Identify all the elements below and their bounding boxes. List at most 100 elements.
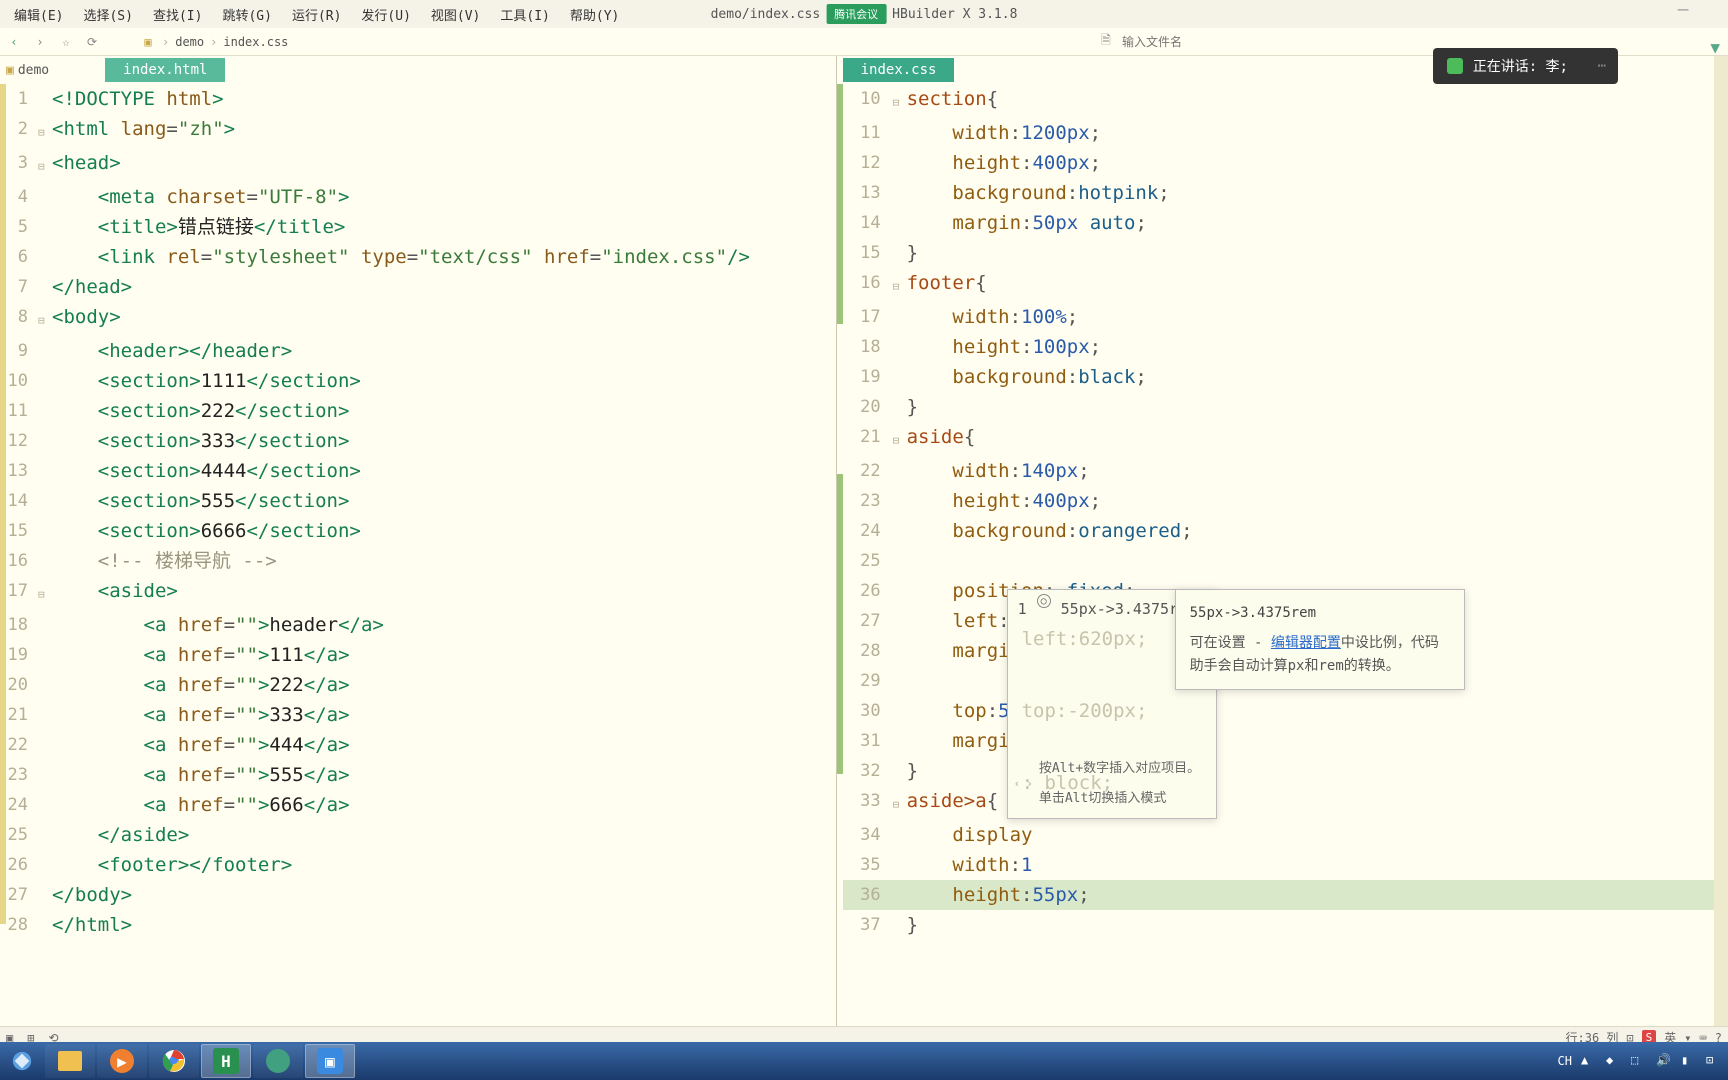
filter-icon[interactable]: ▼	[1710, 38, 1720, 57]
tab-index-css[interactable]: index.css	[843, 58, 955, 82]
code-line[interactable]: 21 <a href="">333</a>	[0, 700, 836, 730]
html-editor[interactable]: 1<!DOCTYPE html>2⊟<html lang="zh">3⊟<hea…	[0, 84, 836, 1052]
taskbar-app-explorer[interactable]	[45, 1044, 95, 1078]
taskbar-app-contact[interactable]	[253, 1044, 303, 1078]
tray-network-icon[interactable]: ⬚	[1631, 1053, 1647, 1069]
code-line[interactable]: 12 height:400px;	[843, 148, 1714, 178]
tray-clock-icon[interactable]: ⊡	[1706, 1053, 1722, 1069]
window-minimize-icon[interactable]: —	[1668, 6, 1698, 22]
code-line[interactable]: 15}	[843, 238, 1714, 268]
code-line[interactable]: 16 <!-- 楼梯导航 -->	[0, 546, 836, 576]
code-line[interactable]: 31 margin-	[843, 726, 1714, 756]
code-line[interactable]: 2⊟<html lang="zh">	[0, 114, 836, 148]
code-line[interactable]: 26 <footer></footer>	[0, 850, 836, 880]
tray-volume-icon[interactable]: 🔊	[1656, 1053, 1672, 1069]
code-line[interactable]: 35 width:1	[843, 850, 1714, 880]
tray-ime[interactable]: CH	[1558, 1054, 1572, 1068]
breadcrumb-folder[interactable]: demo	[175, 35, 204, 49]
ghost-text: left:620px;	[1022, 624, 1148, 654]
menu-edit[interactable]: 编辑(E)	[4, 1, 73, 28]
tab-index-html[interactable]: index.html	[105, 58, 225, 82]
code-line[interactable]: 10⊟section{	[843, 84, 1714, 118]
code-line[interactable]: 16⊟footer{	[843, 268, 1714, 302]
code-line[interactable]: 36 height:55px;	[843, 880, 1714, 910]
project-label[interactable]: ▣demo	[6, 63, 49, 78]
code-line[interactable]: 23 <a href="">555</a>	[0, 760, 836, 790]
tray-shield-icon[interactable]: ◆	[1606, 1053, 1622, 1069]
code-line[interactable]: 5 <title>错点链接</title>	[0, 212, 836, 242]
breadcrumb-file[interactable]: index.css	[223, 35, 288, 49]
code-line[interactable]: 15 <section>6666</section>	[0, 516, 836, 546]
code-line[interactable]: 30 top:50%	[843, 696, 1714, 726]
menu-help[interactable]: 帮助(Y)	[560, 1, 629, 28]
code-line[interactable]: 13 <section>4444</section>	[0, 456, 836, 486]
refresh-icon[interactable]: ⟳	[84, 34, 100, 50]
code-line[interactable]: 10 <section>1111</section>	[0, 366, 836, 396]
code-line[interactable]: 17⊟ <aside>	[0, 576, 836, 610]
nav-back-icon[interactable]: ‹	[6, 34, 22, 50]
menu-goto[interactable]: 跳转(G)	[212, 1, 281, 28]
code-line[interactable]: 3⊟<head>	[0, 148, 836, 182]
code-line[interactable]: 20}	[843, 392, 1714, 422]
code-line[interactable]: 22 <a href="">444</a>	[0, 730, 836, 760]
code-line[interactable]: 7</head>	[0, 272, 836, 302]
scrollbar[interactable]	[1714, 56, 1728, 1052]
code-line[interactable]: 6 <link rel="stylesheet" type="text/css"…	[0, 242, 836, 272]
code-line[interactable]: 25 </aside>	[0, 820, 836, 850]
code-line[interactable]: 32}	[843, 756, 1714, 786]
menu-select[interactable]: 选择(S)	[73, 1, 142, 28]
menu-publish[interactable]: 发行(U)	[351, 1, 420, 28]
code-line[interactable]: 25	[843, 546, 1714, 576]
code-line[interactable]: 19 background:black;	[843, 362, 1714, 392]
code-line[interactable]: 37}	[843, 910, 1714, 940]
title-path: demo/index.css	[711, 7, 821, 22]
code-line[interactable]: 17 width:100%;	[843, 302, 1714, 332]
code-line[interactable]: 1<!DOCTYPE html>	[0, 84, 836, 114]
menu-tools[interactable]: 工具(I)	[490, 1, 559, 28]
code-line[interactable]: 24 background:orangered;	[843, 516, 1714, 546]
code-line[interactable]: 18 height:100px;	[843, 332, 1714, 362]
code-line[interactable]: 22 width:140px;	[843, 456, 1714, 486]
code-line[interactable]: 14 margin:50px auto;	[843, 208, 1714, 238]
code-line[interactable]: 27</body>	[0, 880, 836, 910]
nav-forward-icon[interactable]: ›	[32, 34, 48, 50]
code-line[interactable]: 20 <a href="">222</a>	[0, 670, 836, 700]
code-line[interactable]: 34 display	[843, 820, 1714, 850]
code-line[interactable]: 12 <section>333</section>	[0, 426, 836, 456]
code-line[interactable]: 19 <a href="">111</a>	[0, 640, 836, 670]
code-line[interactable]: 14 <section>555</section>	[0, 486, 836, 516]
code-line[interactable]: 4 <meta charset="UTF-8">	[0, 182, 836, 212]
code-line[interactable]: 11 width:1200px;	[843, 118, 1714, 148]
file-name-input[interactable]	[1122, 35, 1322, 49]
css-editor[interactable]: 1 ○ 55px->3.4375rem left:620px; top:-200…	[837, 84, 1714, 1052]
code-line[interactable]: 24 <a href="">666</a>	[0, 790, 836, 820]
taskbar-app-player[interactable]: ▶	[97, 1044, 147, 1078]
tray-flag-icon[interactable]: ▲	[1581, 1053, 1597, 1069]
taskbar-app-chrome[interactable]	[149, 1044, 199, 1078]
code-line[interactable]: 9 <header></header>	[0, 336, 836, 366]
start-button[interactable]	[0, 1042, 44, 1080]
menu-view[interactable]: 视图(V)	[421, 1, 490, 28]
new-file-icon[interactable]: 🗎	[1098, 34, 1114, 50]
code-line[interactable]: 21⊟aside{	[843, 422, 1714, 456]
star-icon[interactable]: ☆	[58, 34, 74, 50]
folder-icon: ▣	[6, 63, 14, 78]
app-name: HBuilder X 3.1.8	[892, 7, 1017, 22]
code-line[interactable]: 33⊟aside>a{	[843, 786, 1714, 820]
menu-find[interactable]: 查找(I)	[143, 1, 212, 28]
circle-icon: ○	[1037, 594, 1051, 608]
chevron-left-icon[interactable]: ‹	[1014, 769, 1021, 799]
taskbar-app-hbuilder[interactable]: H	[201, 1044, 251, 1078]
code-line[interactable]: 13 background:hotpink;	[843, 178, 1714, 208]
editor-config-link[interactable]: 编辑器配置	[1271, 635, 1341, 651]
code-line[interactable]: 8⊟<body>	[0, 302, 836, 336]
chevron-right-icon[interactable]: ›	[1026, 769, 1033, 799]
taskbar-app-meeting[interactable]: ▣	[305, 1044, 355, 1078]
tray-battery-icon[interactable]: ▮	[1681, 1053, 1697, 1069]
code-line[interactable]: 23 height:400px;	[843, 486, 1714, 516]
code-line[interactable]: 28</html>	[0, 910, 836, 940]
code-line[interactable]: 11 <section>222</section>	[0, 396, 836, 426]
right-editor-pane: index.css 1 ○ 55px->3.4375rem left:620px…	[836, 56, 1714, 1052]
code-line[interactable]: 18 <a href="">header</a>	[0, 610, 836, 640]
menu-run[interactable]: 运行(R)	[282, 1, 351, 28]
